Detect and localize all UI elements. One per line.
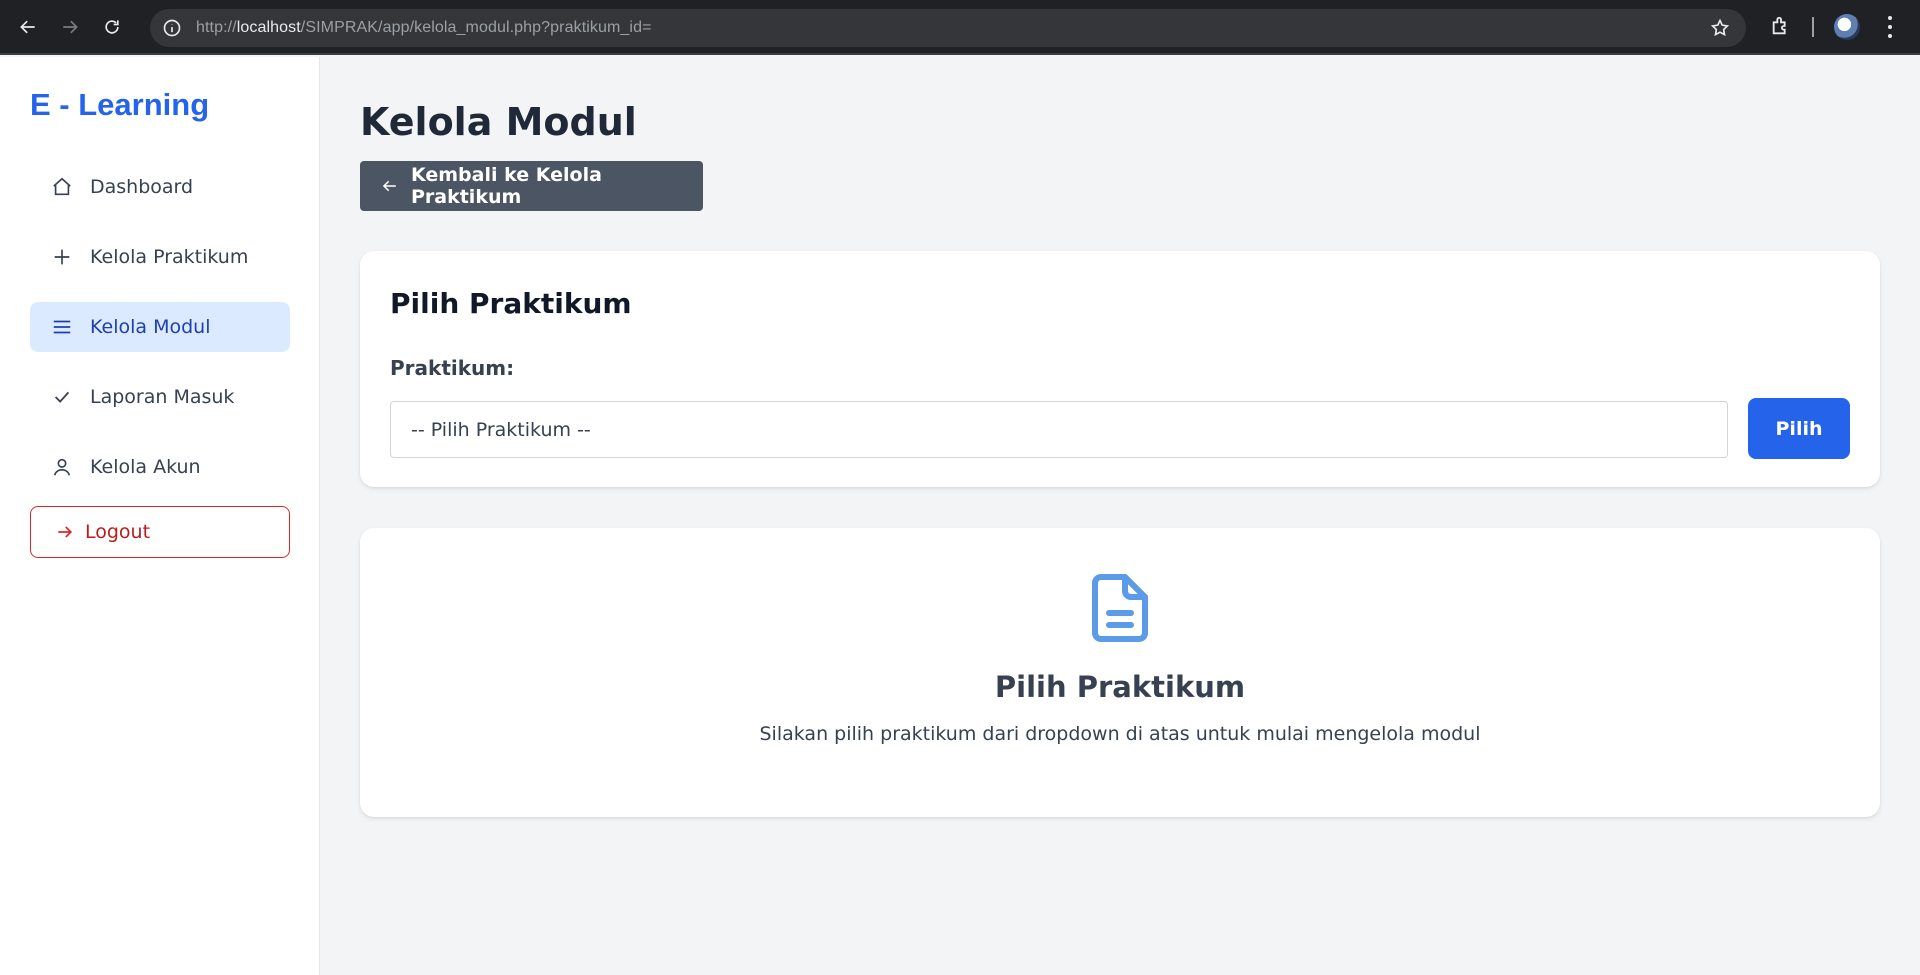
sidebar-item-kelola-praktikum[interactable]: Kelola Praktikum xyxy=(30,232,290,282)
sidebar-menu: Dashboard Kelola Praktikum Kelola Modul … xyxy=(30,176,290,512)
praktikum-field-label: Praktikum: xyxy=(390,356,515,380)
sidebar-item-label: Kelola Modul xyxy=(90,316,211,338)
browser-toolbar: http://localhost/SIMPRAK/app/kelola_modu… xyxy=(0,0,1920,55)
sidebar-item-label: Kelola Akun xyxy=(90,456,201,478)
check-icon xyxy=(50,385,74,409)
sidebar-item-kelola-modul[interactable]: Kelola Modul xyxy=(30,302,290,352)
praktikum-select[interactable]: -- Pilih Praktikum -- xyxy=(390,401,1728,458)
sidebar: E - Learning Dashboard Kelola Praktikum … xyxy=(0,57,320,975)
sidebar-item-laporan-masuk[interactable]: Laporan Masuk xyxy=(30,372,290,422)
reload-icon[interactable] xyxy=(98,13,126,41)
back-to-kelola-praktikum-button[interactable]: Kembali ke Kelola Praktikum xyxy=(360,161,703,211)
logout-arrow-icon xyxy=(58,526,73,538)
sidebar-item-label: Kelola Praktikum xyxy=(90,246,249,268)
logout-button[interactable]: Logout xyxy=(30,506,290,558)
sidebar-item-kelola-akun[interactable]: Kelola Akun xyxy=(30,442,290,492)
user-icon xyxy=(50,455,74,479)
brand-title[interactable]: E - Learning xyxy=(30,87,209,123)
arrow-left-icon xyxy=(382,180,396,192)
back-button-label: Kembali ke Kelola Praktikum xyxy=(410,164,602,208)
sidebar-item-label: Laporan Masuk xyxy=(90,386,235,408)
home-icon xyxy=(50,175,74,199)
url-text[interactable]: http://localhost/SIMPRAK/app/kelola_modu… xyxy=(196,19,652,37)
back-arrow-icon[interactable] xyxy=(14,13,42,41)
bookmark-star-icon[interactable] xyxy=(1710,18,1730,38)
profile-avatar[interactable] xyxy=(1834,14,1860,40)
page-title: Kelola Modul xyxy=(360,100,637,144)
document-icon xyxy=(1092,574,1148,642)
empty-state-card: Pilih Praktikum Silakan pilih praktikum … xyxy=(360,528,1880,817)
select-praktikum-card: Pilih Praktikum Praktikum: -- Pilih Prak… xyxy=(360,251,1880,487)
empty-state-title: Pilih Praktikum xyxy=(994,670,1246,704)
address-bar[interactable]: http://localhost/SIMPRAK/app/kelola_modu… xyxy=(150,9,1746,47)
empty-state-description: Silakan pilih praktikum dari dropdown di… xyxy=(759,723,1481,745)
logout-label: Logout xyxy=(85,521,151,543)
plus-icon xyxy=(50,245,74,269)
sidebar-item-dashboard[interactable]: Dashboard xyxy=(30,162,290,212)
card-title: Pilih Praktikum xyxy=(390,287,632,320)
site-info-icon[interactable] xyxy=(162,18,182,38)
browser-menu-icon[interactable] xyxy=(1880,16,1900,38)
forward-arrow-icon[interactable] xyxy=(56,13,84,41)
sidebar-item-label: Dashboard xyxy=(90,176,194,198)
list-icon xyxy=(50,315,74,339)
pilih-button[interactable]: Pilih xyxy=(1748,398,1850,459)
extensions-puzzle-icon[interactable] xyxy=(1770,15,1792,37)
praktikum-select-value: -- Pilih Praktikum -- xyxy=(411,418,591,441)
toolbar-divider xyxy=(1812,17,1814,37)
